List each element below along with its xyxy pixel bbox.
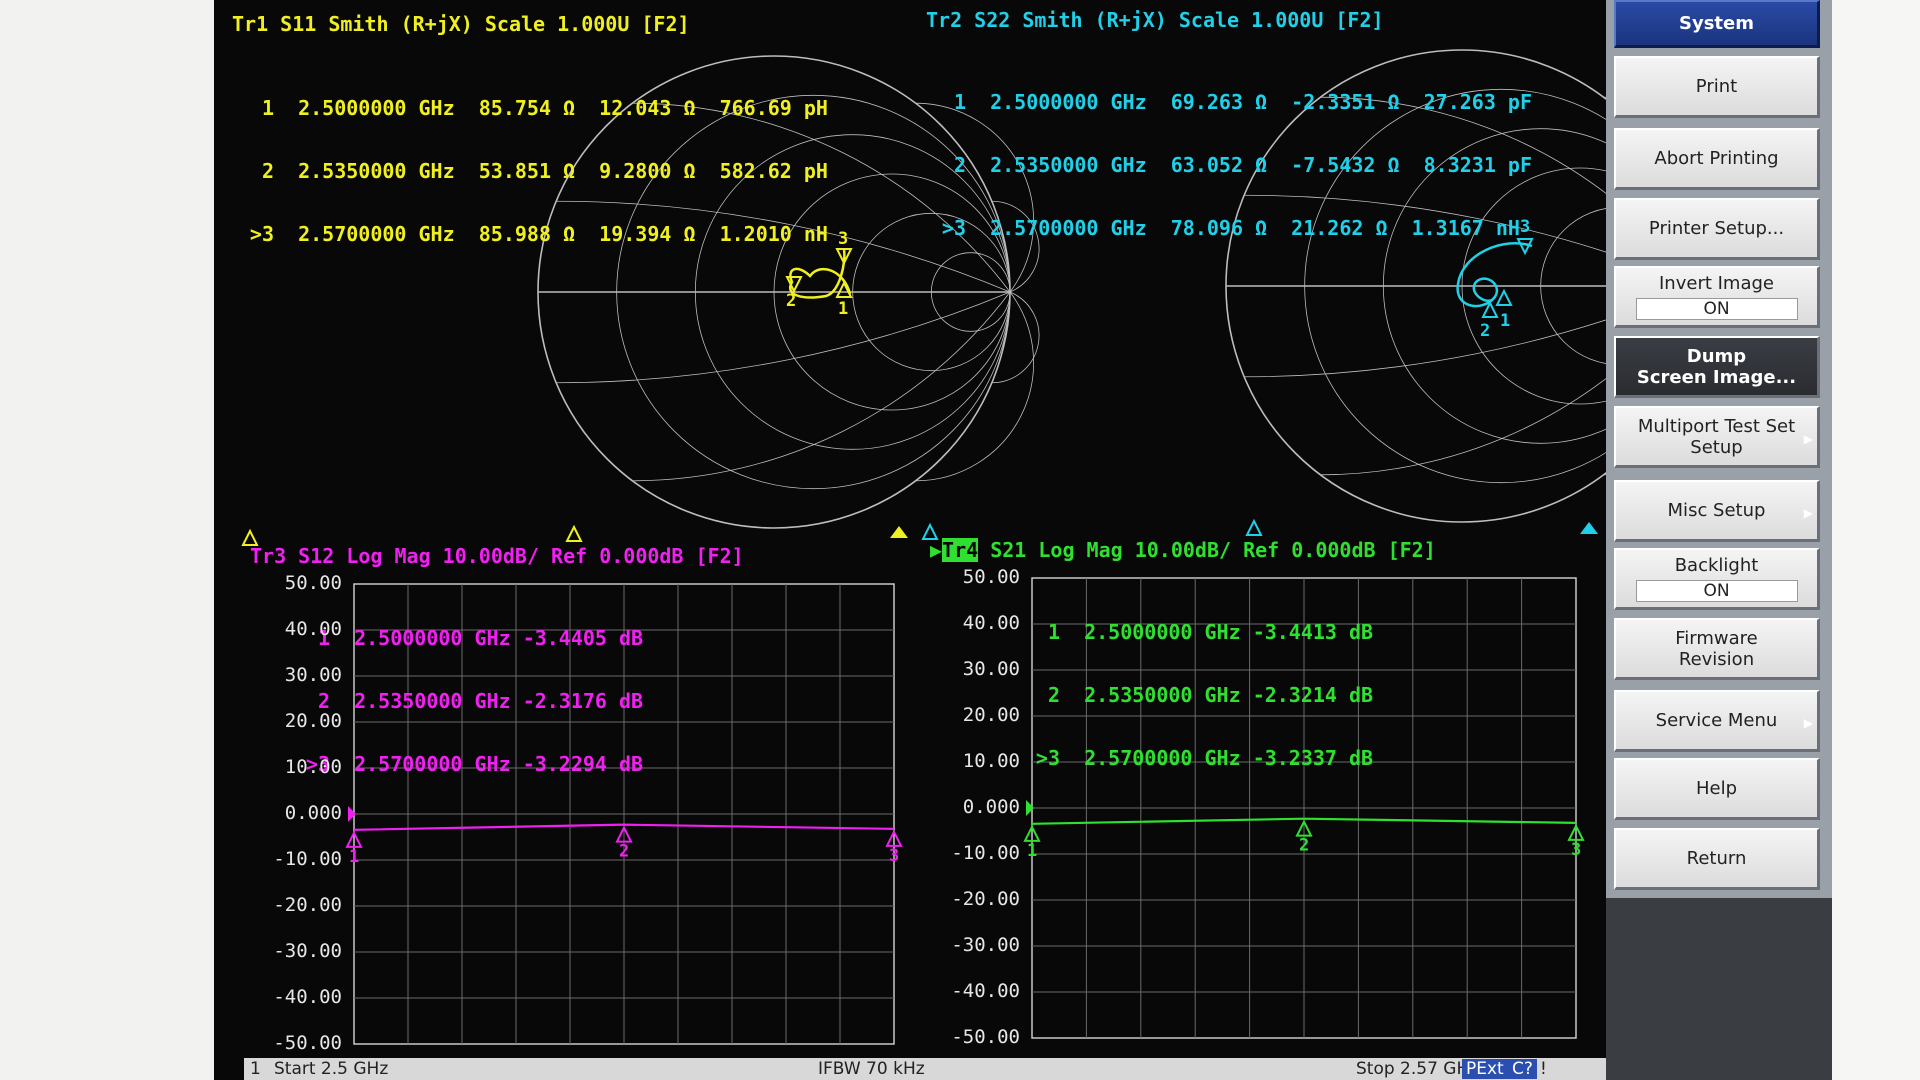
tr4-y-tick: 10.00 <box>962 750 1020 772</box>
invert-image-state: ON <box>1635 298 1798 320</box>
tr1-marker-1-label: 1 <box>838 299 848 319</box>
tr1-edge-indicator <box>241 528 259 546</box>
marker-row: >3 2.5700000 GHz 85.988 Ω 19.394 Ω 1.201… <box>249 222 828 246</box>
tr3-marker-table: 1 2.5000000 GHz -3.4405 dB 2 2.5350000 G… <box>300 586 643 817</box>
softkey-menu: System Print Abort Printing Printer Setu… <box>1606 0 1832 1080</box>
submenu-arrow-icon: ▶ <box>1803 506 1813 520</box>
tr4-y-tick: -50.00 <box>951 1026 1020 1048</box>
calibration-badge: C? <box>1508 1059 1537 1079</box>
ifbw: IFBW 70 kHz <box>818 1059 925 1079</box>
tr2-edge-indicator <box>921 522 939 540</box>
tr4-y-tick: 20.00 <box>962 704 1020 726</box>
tr3-marker-3-label: 3 <box>889 846 899 866</box>
tr1-marker-table: 1 2.5000000 GHz 85.754 Ω 12.043 Ω 766.69… <box>244 56 828 287</box>
monitor-bezel <box>1832 0 1920 1080</box>
tr3-y-tick: 50.00 <box>284 572 342 594</box>
printer-setup-button[interactable]: Printer Setup... <box>1614 198 1820 260</box>
marker-row: >3 2.5700000 GHz -3.2337 dB <box>1035 746 1374 770</box>
tr3-y-tick: 20.00 <box>284 710 342 732</box>
tr4-marker-table: 1 2.5000000 GHz -3.4413 dB 2 2.5350000 G… <box>1030 580 1373 811</box>
multiport-test-set-setup-button[interactable]: Multiport Test Set Setup ▶ <box>1614 406 1820 468</box>
tr1-active-indicator <box>890 526 908 538</box>
tr4-y-tick: -40.00 <box>951 980 1020 1002</box>
marker-row: 1 2.5000000 GHz 85.754 Ω 12.043 Ω 766.69… <box>261 96 828 120</box>
marker-row: 1 2.5000000 GHz 69.263 Ω -2.3351 Ω 27.26… <box>953 90 1532 114</box>
tr3-marker-1-label: 1 <box>349 847 359 867</box>
tr4-y-tick: -10.00 <box>951 842 1020 864</box>
tr3-y-tick: 30.00 <box>284 664 342 686</box>
port-extension-badge: PExt <box>1462 1059 1508 1079</box>
tr4-y-tick: 30.00 <box>962 658 1020 680</box>
marker-row: 2 2.5350000 GHz 63.052 Ω -7.5432 Ω 8.323… <box>953 153 1532 177</box>
tr4-active-badge: Tr4 <box>942 538 979 562</box>
backlight-state: ON <box>1635 580 1798 602</box>
analyzer-screen: 312312123123 Tr1 S11 Smith (R+jX) Scale … <box>214 0 1606 1080</box>
tr2-smith-reactance-arc <box>1244 319 1606 378</box>
submenu-arrow-icon: ▶ <box>1803 716 1813 730</box>
tr2-marker-1-label: 1 <box>1500 311 1510 331</box>
submenu-arrow-icon: ▶ <box>1803 432 1813 446</box>
channel-number: 1 <box>250 1059 261 1079</box>
tr1-marker-3-label: 3 <box>838 229 848 249</box>
tr3-y-tick: -20.00 <box>273 894 342 916</box>
warning-indicator: ! <box>1540 1059 1547 1079</box>
backlight-button[interactable]: Backlight ON <box>1614 548 1820 610</box>
tr4-y-tick: 50.00 <box>962 566 1020 588</box>
dump-screen-image-button[interactable]: Dump Screen Image... <box>1614 336 1820 398</box>
tr4-marker-3-label: 3 <box>1571 840 1581 860</box>
service-menu-button[interactable]: Service Menu ▶ <box>1614 690 1820 752</box>
marker-row: 1 2.5000000 GHz -3.4413 dB <box>1047 620 1374 644</box>
tr3-y-tick: 10.00 <box>284 756 342 778</box>
tr2-marker-table: 1 2.5000000 GHz 69.263 Ω -2.3351 Ω 27.26… <box>936 50 1532 281</box>
help-button[interactable]: Help <box>1614 758 1820 820</box>
tr2-marker-1 <box>1495 288 1513 306</box>
tr3-y-tick: -40.00 <box>273 986 342 1008</box>
tr2-smith-reactance-arc <box>1320 377 1606 476</box>
tr4-y-tick: -20.00 <box>951 888 1020 910</box>
invert-image-button[interactable]: Invert Image ON <box>1614 266 1820 328</box>
marker-row: >3 2.5700000 GHz 78.096 Ω 21.262 Ω 1.316… <box>941 216 1520 240</box>
tr1-title[interactable]: Tr1 S11 Smith (R+jX) Scale 1.000U [F2] <box>232 12 690 36</box>
tr4-y-tick: 40.00 <box>962 612 1020 634</box>
firmware-revision-button[interactable]: Firmware Revision <box>1614 618 1820 680</box>
menu-title: System <box>1614 0 1820 48</box>
tr1-stimulus-indicator <box>565 524 583 542</box>
tr4-marker-1-label: 1 <box>1027 841 1037 861</box>
tr4-y-tick: -30.00 <box>951 934 1020 956</box>
return-button[interactable]: Return <box>1614 828 1820 890</box>
tr3-y-tick: 40.00 <box>284 618 342 640</box>
menu-empty-area <box>1606 898 1832 1080</box>
tr1-marker-2-label: 2 <box>786 291 796 311</box>
abort-printing-button[interactable]: Abort Printing <box>1614 128 1820 190</box>
tr3-title[interactable]: Tr3 S12 Log Mag 10.00dB/ Ref 0.000dB [F2… <box>250 544 744 568</box>
tr2-marker-2-label: 2 <box>1480 321 1490 341</box>
tr2-title[interactable]: Tr2 S22 Smith (R+jX) Scale 1.000U [F2] <box>926 8 1384 32</box>
tr4-title[interactable]: ▶Tr4 S21 Log Mag 10.00dB/ Ref 0.000dB [F… <box>930 538 1436 562</box>
stop-frequency: Stop 2.57 GHz <box>1356 1059 1479 1079</box>
tr3-y-tick: 0.000 <box>284 802 342 824</box>
print-button[interactable]: Print <box>1614 56 1820 118</box>
tr1-smith-reactance-arc <box>915 291 1034 482</box>
marker-row: >3 2.5700000 GHz -3.2294 dB <box>305 752 644 776</box>
tr3-y-tick: -10.00 <box>273 848 342 870</box>
tr4-marker-2-label: 2 <box>1299 836 1309 856</box>
start-frequency: Start 2.5 GHz <box>274 1059 389 1079</box>
marker-row: 2 2.5350000 GHz -2.3176 dB <box>317 689 644 713</box>
misc-setup-button[interactable]: Misc Setup ▶ <box>1614 480 1820 542</box>
tr3-y-tick: -30.00 <box>273 940 342 962</box>
tr4-y-tick: 0.000 <box>962 796 1020 818</box>
tr3-marker-2-label: 2 <box>619 842 629 862</box>
tr2-stimulus-indicator <box>1245 518 1263 536</box>
status-bar: 1 Start 2.5 GHz IFBW 70 kHz Stop 2.57 GH… <box>244 1058 1606 1080</box>
marker-row: 1 2.5000000 GHz -3.4405 dB <box>317 626 644 650</box>
tr3-y-tick: -50.00 <box>273 1032 342 1054</box>
marker-row: 2 2.5350000 GHz 53.851 Ω 9.2800 Ω 582.62… <box>261 159 828 183</box>
tr2-active-indicator <box>1580 522 1598 534</box>
marker-row: 2 2.5350000 GHz -2.3214 dB <box>1047 683 1374 707</box>
